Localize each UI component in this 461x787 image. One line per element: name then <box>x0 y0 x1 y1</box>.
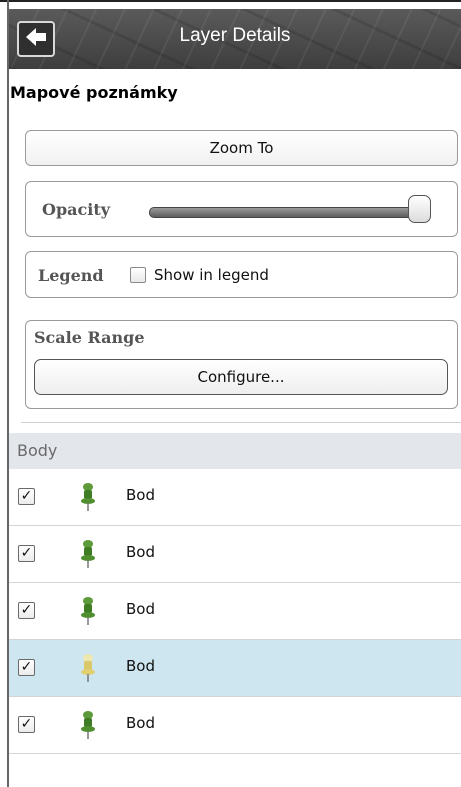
green-pushpin-icon <box>79 710 97 740</box>
scale-range-label: Scale Range <box>34 328 145 347</box>
opacity-slider-thumb[interactable] <box>408 195 431 223</box>
top-border <box>0 0 461 2</box>
configure-button[interactable]: Configure... <box>34 359 448 395</box>
item-label: Bod <box>126 486 155 504</box>
item-label: Bod <box>126 714 155 732</box>
list-item[interactable]: ✓ Bod <box>9 526 461 583</box>
layer-name: Mapové poznámky <box>10 83 178 102</box>
opacity-slider-track[interactable] <box>149 207 423 218</box>
zoom-to-button[interactable]: Zoom To <box>25 130 458 166</box>
item-checkbox[interactable]: ✓ <box>18 488 35 505</box>
item-checkbox[interactable]: ✓ <box>18 545 35 562</box>
opacity-group: Opacity <box>25 181 458 237</box>
yellow-pushpin-icon <box>79 653 97 683</box>
list-item[interactable]: ✓ Bod <box>9 583 461 640</box>
show-in-legend-checkbox[interactable] <box>130 267 146 283</box>
green-pushpin-icon <box>79 482 97 512</box>
item-label: Bod <box>126 657 155 675</box>
item-label: Bod <box>126 600 155 618</box>
page-title: Layer Details <box>179 25 291 46</box>
item-label: Bod <box>126 543 155 561</box>
feature-list: ✓ Bod ✓ Bod ✓ Bod ✓ Bod ✓ Bod <box>9 469 461 754</box>
list-item[interactable]: ✓ Bod <box>9 697 461 754</box>
features-section-header: Body <box>9 433 461 469</box>
scale-range-group: Scale Range Configure... <box>25 320 458 409</box>
list-item[interactable]: ✓ Bod <box>9 469 461 526</box>
item-checkbox[interactable]: ✓ <box>18 716 35 733</box>
legend-label: Legend <box>38 266 104 285</box>
item-checkbox[interactable]: ✓ <box>18 602 35 619</box>
show-in-legend-label[interactable]: Show in legend <box>154 266 269 284</box>
green-pushpin-icon <box>79 539 97 569</box>
legend-group: Legend Show in legend <box>25 251 458 298</box>
item-checkbox[interactable]: ✓ <box>18 659 35 676</box>
layer-details-panel: Layer Details Mapové poznámky Zoom To Op… <box>9 9 461 787</box>
opacity-label: Opacity <box>42 200 110 219</box>
list-item-selected[interactable]: ✓ Bod <box>9 640 461 697</box>
header-bar: Layer Details <box>9 9 461 69</box>
green-pushpin-icon <box>79 596 97 626</box>
divider <box>21 422 461 423</box>
